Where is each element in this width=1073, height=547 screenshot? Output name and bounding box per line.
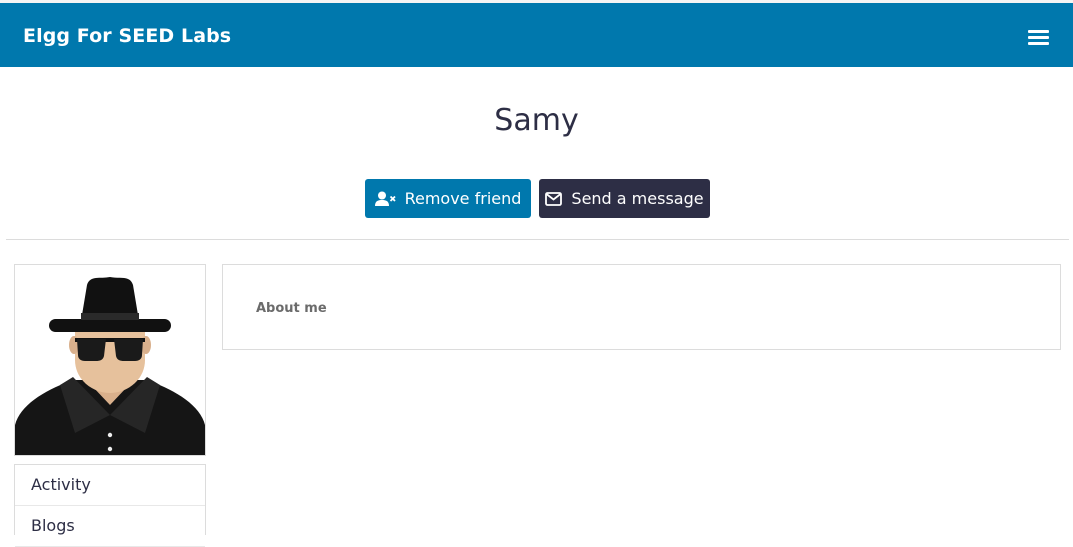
top-navigation-bar: Elgg For SEED Labs (0, 3, 1073, 67)
send-message-button[interactable]: Send a message (539, 179, 710, 218)
sidebar-item-blogs[interactable]: Blogs (15, 506, 205, 547)
profile-avatar[interactable] (14, 264, 206, 456)
remove-friend-button[interactable]: Remove friend (365, 179, 531, 218)
header-divider (6, 239, 1069, 240)
envelope-icon (545, 191, 563, 206)
send-message-label: Send a message (571, 189, 704, 208)
spy-avatar-image (15, 265, 205, 455)
profile-name: Samy (494, 103, 579, 138)
sidebar-item-activity[interactable]: Activity (15, 465, 205, 506)
site-title-link[interactable]: Elgg For SEED Labs (23, 25, 231, 47)
profile-sidebar-menu: Activity Blogs (14, 464, 206, 547)
about-me-panel: About me (222, 264, 1061, 350)
hamburger-menu-icon[interactable] (1028, 30, 1049, 46)
about-me-label: About me (256, 301, 327, 316)
user-remove-icon (374, 191, 396, 207)
remove-friend-label: Remove friend (404, 189, 522, 208)
